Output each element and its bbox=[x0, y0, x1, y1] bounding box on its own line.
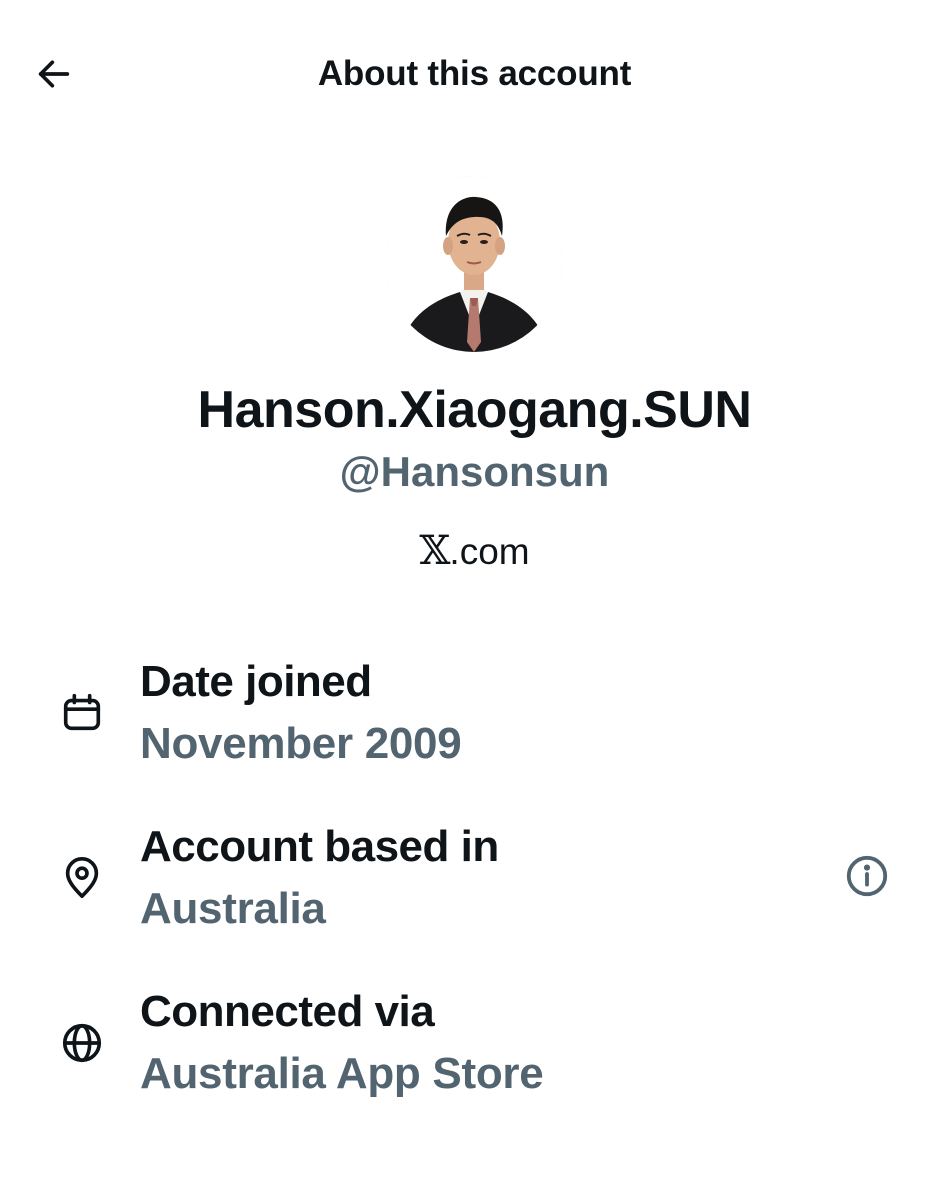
detail-label: Account based in bbox=[140, 822, 499, 871]
location-pin-icon bbox=[56, 852, 108, 904]
account-location-row: Account based in Australia bbox=[0, 820, 949, 950]
platform-suffix: .com bbox=[449, 531, 530, 572]
username-handle: @Hansonsun bbox=[339, 448, 610, 495]
connected-via-row: Connected via Australia App Store bbox=[0, 985, 949, 1115]
detail-label: Connected via bbox=[140, 987, 435, 1036]
page-title: About this account bbox=[317, 54, 632, 93]
avatar-photo bbox=[386, 176, 562, 352]
display-name: Hanson.Xiaogang.SUN bbox=[197, 381, 752, 439]
detail-value: Australia bbox=[140, 884, 326, 933]
info-icon bbox=[844, 853, 890, 904]
header-bar: About this account bbox=[0, 0, 949, 150]
detail-value: Australia App Store bbox=[140, 1049, 544, 1098]
platform-label: 𝕏.com bbox=[0, 528, 949, 574]
x-logo-icon: 𝕏 bbox=[419, 528, 450, 574]
date-joined-row: Date joined November 2009 bbox=[0, 655, 949, 785]
detail-value: November 2009 bbox=[140, 719, 462, 768]
calendar-icon bbox=[56, 687, 108, 739]
info-button[interactable] bbox=[842, 853, 892, 903]
avatar[interactable] bbox=[386, 176, 562, 352]
globe-icon bbox=[56, 1017, 108, 1069]
detail-label: Date joined bbox=[140, 657, 372, 706]
